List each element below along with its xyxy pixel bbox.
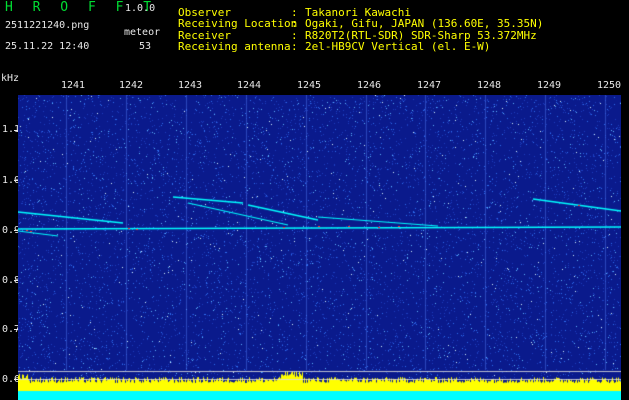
right-margin [621, 73, 629, 400]
date-time: 25.11.22 12:40 [5, 41, 90, 52]
meteor-label: meteor [124, 27, 161, 38]
time-tick-label: 1244 [237, 80, 262, 91]
info-label: Receiving antenna [178, 40, 291, 53]
app-version: 1.0.0 [125, 3, 156, 14]
time-tick-label: 1245 [297, 80, 322, 91]
time-tick-label: 1246 [357, 80, 382, 91]
y-axis-unit: kHz [1, 73, 20, 84]
time-tick-label: 1242 [119, 80, 144, 91]
time-tick-label: 1248 [477, 80, 502, 91]
waterfall-spectrogram [18, 95, 621, 400]
info-value: 2el-HB9CV Vertical (el. E-W) [305, 40, 491, 53]
time-tick-label: 1247 [417, 80, 442, 91]
info-separator: : [291, 40, 298, 53]
header-panel: H R O F F T 1.0.0 2511221240.png 25.11.2… [0, 0, 629, 73]
time-tick-label: 1249 [537, 80, 562, 91]
file-name: 2511221240.png [5, 20, 90, 31]
meteor-count: 53 [139, 41, 152, 52]
time-tick-label: 1241 [61, 80, 86, 91]
time-tick-label: 1243 [178, 80, 203, 91]
time-tick-label: 1250 [597, 80, 622, 91]
